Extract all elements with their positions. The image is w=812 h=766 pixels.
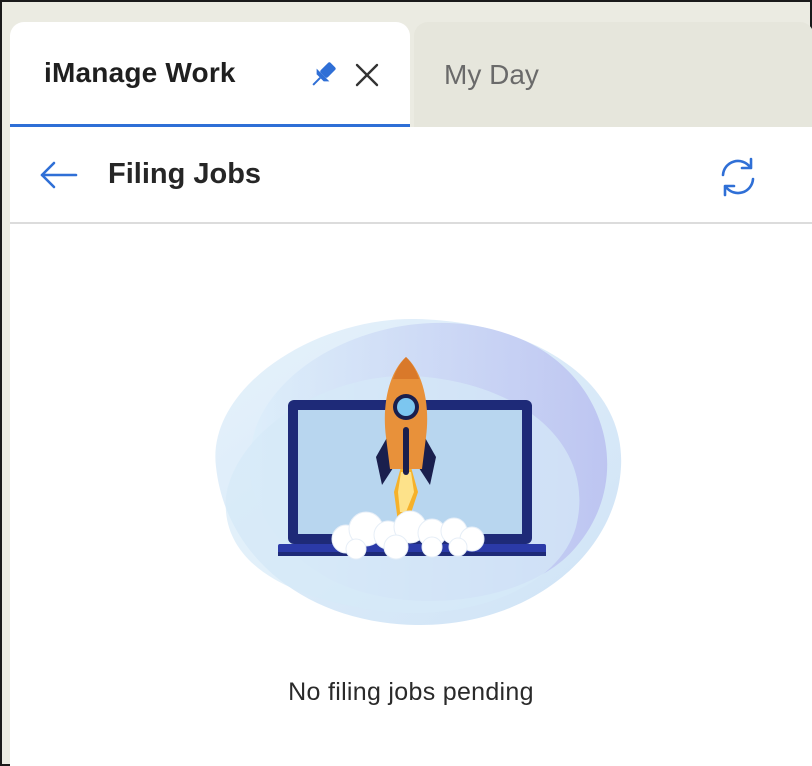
arrow-left-icon[interactable] (38, 159, 80, 191)
tab-imanage-work[interactable]: iManage Work (10, 22, 410, 127)
tab-label: iManage Work (44, 57, 236, 88)
panel-header: Filing Jobs (10, 127, 812, 224)
filing-jobs-panel: Filing Jobs No filing jobs pending (10, 127, 812, 766)
pin-icon[interactable] (306, 58, 340, 92)
tab-label: My Day (444, 58, 539, 90)
empty-state-message: No filing jobs pending (288, 678, 534, 706)
rocket-laptop-illustration (196, 307, 626, 637)
app-window: iManage Work My Day Filing Jobs No filin… (0, 0, 812, 766)
tab-my-day[interactable]: My Day (414, 22, 812, 127)
refresh-icon[interactable] (716, 155, 760, 199)
close-icon[interactable] (352, 60, 382, 90)
tab-bar: iManage Work My Day (10, 22, 812, 127)
page-title: Filing Jobs (108, 158, 262, 190)
